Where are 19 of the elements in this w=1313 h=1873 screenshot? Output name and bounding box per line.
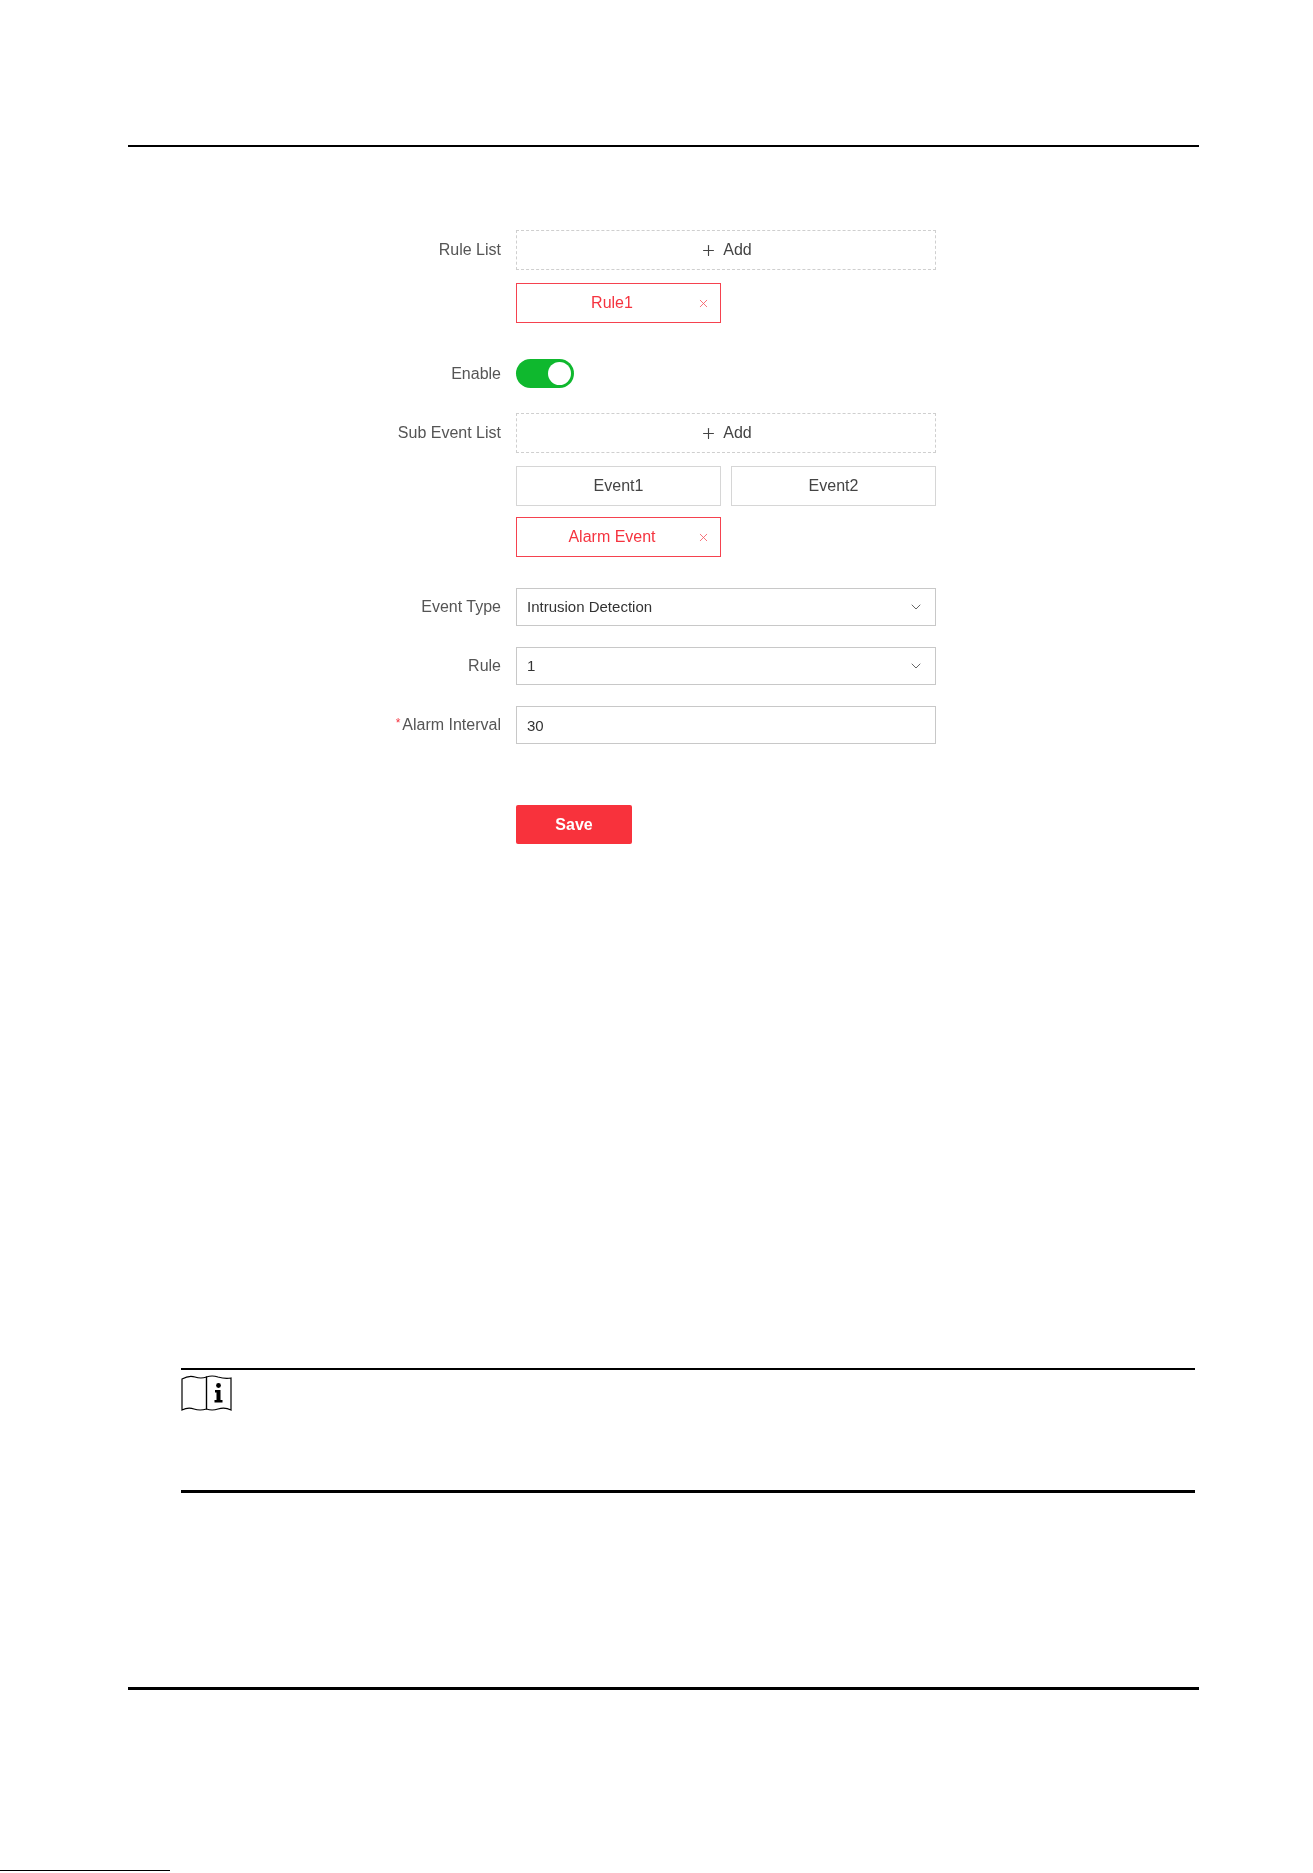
add-button[interactable]: Add: [516, 413, 936, 453]
required-mark: *: [395, 715, 401, 732]
rule-item[interactable]: Rule1: [516, 283, 721, 323]
field-label: Rule: [468, 656, 501, 676]
event-item[interactable]: Alarm Event: [516, 517, 721, 557]
book-info-icon: [181, 1374, 232, 1412]
event-item[interactable]: Event1: [516, 466, 721, 506]
select-field[interactable]: 1: [516, 647, 936, 685]
enable-toggle[interactable]: [516, 359, 574, 388]
field-label: Event Type: [421, 597, 501, 617]
enable-label: Enable: [451, 363, 501, 384]
field-label: Alarm Interval: [402, 715, 501, 735]
sub-event-list-label: Sub Event List: [397, 423, 501, 443]
save-button[interactable]: Save: [516, 805, 632, 844]
input-field[interactable]: 30: [516, 706, 936, 744]
event-item[interactable]: Event2: [731, 466, 936, 506]
add-button[interactable]: Add: [516, 230, 936, 270]
select-field[interactable]: Intrusion Detection: [516, 588, 936, 626]
rule-list-label: Rule List: [438, 240, 501, 260]
